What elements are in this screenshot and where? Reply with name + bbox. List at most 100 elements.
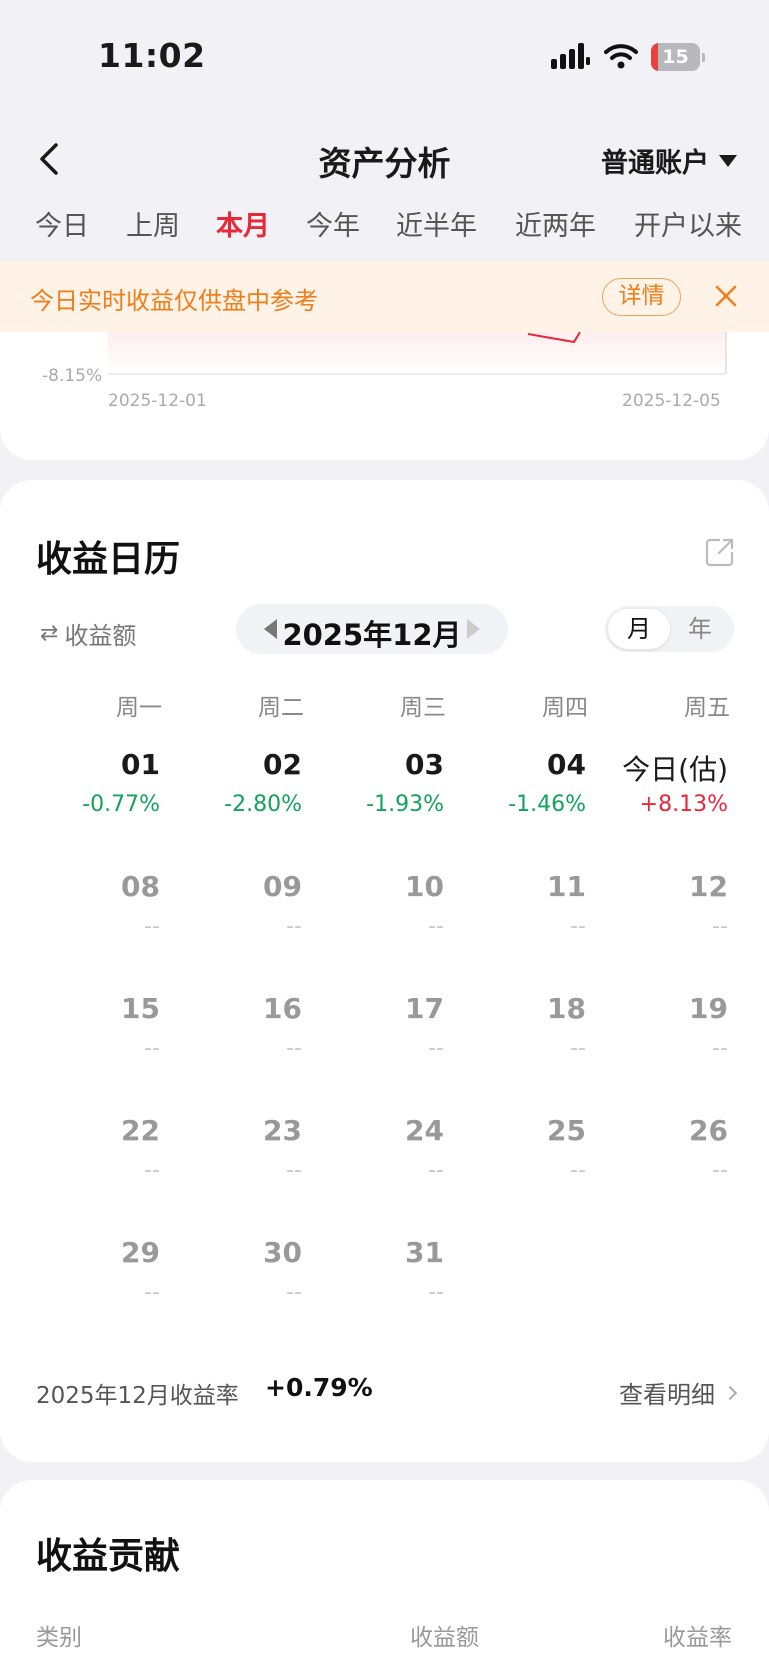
view-details-link[interactable]: 查看明细 — [619, 1375, 738, 1410]
tab-today[interactable]: 今日 — [35, 204, 89, 243]
calendar-day-return: -1.93% — [366, 792, 444, 817]
calendar-day-return: -0.77% — [82, 792, 160, 817]
chart-x-end-label: 2025-12-05 — [622, 391, 721, 411]
return-contribution-card: 收益贡献 类别 收益额 收益率 — [0, 1480, 769, 1665]
tab-since-opening[interactable]: 开户以来 — [634, 204, 742, 243]
calendar-day-return: -- — [144, 1280, 160, 1305]
calendar-day-number: 12 — [689, 870, 728, 903]
status-bar: 11:02 15 — [0, 0, 769, 115]
calendar-day-cell[interactable]: 12 -- — [586, 870, 728, 970]
calendar-day-return: -- — [286, 1280, 302, 1305]
tab-half-year[interactable]: 近半年 — [396, 204, 477, 243]
return-calendar-card: 收益日历 ⇄ 收益额 2025年12月 月 年 周一 周二 周三 周四 周五 0… — [0, 480, 769, 1462]
calendar-day-cell[interactable]: 18 -- — [444, 992, 586, 1092]
weekday-thu: 周四 — [542, 695, 588, 721]
calendar-day-cell[interactable]: 10 -- — [302, 870, 444, 970]
calendar-day-cell[interactable]: 29 -- — [18, 1236, 160, 1336]
calendar-day-number: 26 — [689, 1114, 728, 1147]
calendar-day-return: -- — [144, 1036, 160, 1061]
calendar-day-number: 22 — [121, 1114, 160, 1147]
month-return-value: +0.79% — [265, 1373, 373, 1402]
month-return-label: 2025年12月收益率 — [36, 1383, 239, 1409]
calendar-day-return: -- — [712, 1158, 728, 1183]
calendar-day-cell[interactable]: 24 -- — [302, 1114, 444, 1214]
calendar-day-cell[interactable]: 17 -- — [302, 992, 444, 1092]
calendar-day-cell[interactable]: 26 -- — [586, 1114, 728, 1214]
calendar-day-number: 11 — [547, 870, 586, 903]
calendar-day-cell[interactable]: 01 -0.77% — [18, 748, 160, 848]
calendar-day-cell[interactable]: 03 -1.93% — [302, 748, 444, 848]
calendar-day-number: 23 — [263, 1114, 302, 1147]
view-month-option[interactable]: 月 — [608, 609, 670, 649]
next-month-icon[interactable] — [467, 619, 480, 639]
calendar-day-return: -- — [428, 1036, 444, 1061]
calendar-day-cell[interactable]: 31 -- — [302, 1236, 444, 1336]
caret-down-icon — [719, 154, 737, 167]
calendar-day-number: 16 — [263, 992, 302, 1025]
tab-this-month[interactable]: 本月 — [216, 204, 270, 243]
chart-x-start-label: 2025-12-01 — [108, 391, 207, 411]
calendar-day-cell[interactable]: 08 -- — [18, 870, 160, 970]
tab-last-week[interactable]: 上周 — [126, 204, 180, 243]
calendar-day-cell[interactable]: 16 -- — [160, 992, 302, 1092]
weekday-wed: 周三 — [400, 695, 446, 721]
calendar-day-cell[interactable]: 30 -- — [160, 1236, 302, 1336]
calendar-day-number: 19 — [689, 992, 728, 1025]
calendar-day-cell[interactable]: 09 -- — [160, 870, 302, 970]
metric-toggle[interactable]: ⇄ 收益额 — [40, 616, 136, 651]
notice-text: 今日实时收益仅供盘中参考 — [30, 287, 318, 315]
calendar-day-cell[interactable]: 11 -- — [444, 870, 586, 970]
calendar-day-cell[interactable]: 今日(估) +8.13% — [586, 748, 728, 848]
calendar-day-return: -- — [570, 1158, 586, 1183]
close-icon[interactable] — [712, 282, 740, 310]
calendar-title: 收益日历 — [36, 539, 181, 580]
swap-icon: ⇄ — [40, 621, 59, 646]
weekday-fri: 周五 — [684, 695, 730, 721]
calendar-day-number: 18 — [547, 992, 586, 1025]
column-return-rate: 收益率 — [663, 1625, 732, 1651]
tab-two-years[interactable]: 近两年 — [515, 204, 596, 243]
calendar-day-return: -- — [570, 1036, 586, 1061]
tab-this-year[interactable]: 今年 — [306, 204, 360, 243]
wifi-icon — [604, 44, 638, 69]
calendar-day-cell[interactable]: 25 -- — [444, 1114, 586, 1214]
calendar-day-return: -1.46% — [508, 792, 586, 817]
calendar-day-return: -- — [144, 1158, 160, 1183]
column-return-amount: 收益额 — [410, 1625, 479, 1651]
battery-icon: 15 — [651, 43, 705, 71]
column-category: 类别 — [36, 1625, 82, 1651]
calendar-day-cell[interactable]: 04 -1.46% — [444, 748, 586, 848]
calendar-day-number: 10 — [405, 870, 444, 903]
calendar-day-cell[interactable]: 02 -2.80% — [160, 748, 302, 848]
status-time: 11:02 — [98, 36, 206, 75]
calendar-day-number: 04 — [547, 748, 586, 781]
account-label: 普通账户 — [601, 148, 709, 179]
cellular-signal-icon — [551, 43, 590, 69]
calendar-day-number: 31 — [405, 1236, 444, 1269]
share-icon[interactable] — [704, 536, 736, 568]
calendar-day-return: -- — [286, 1158, 302, 1183]
chart-area-fill — [108, 332, 726, 374]
view-year-option[interactable]: 年 — [669, 609, 731, 649]
calendar-day-return: -- — [712, 1036, 728, 1061]
chart-y-min-label: -8.15% — [42, 366, 102, 386]
calendar-day-cell[interactable]: 15 -- — [18, 992, 160, 1092]
nav-header: 资产分析 普通账户 — [0, 125, 769, 195]
calendar-day-cell[interactable]: 23 -- — [160, 1114, 302, 1214]
calendar-day-number: 25 — [547, 1114, 586, 1147]
calendar-day-cell[interactable]: 19 -- — [586, 992, 728, 1092]
notice-detail-button[interactable]: 详情 — [602, 278, 681, 316]
calendar-day-number: 09 — [263, 870, 302, 903]
view-details-label: 查看明细 — [619, 1381, 715, 1409]
calendar-day-return: -- — [286, 1036, 302, 1061]
weekday-mon: 周一 — [116, 695, 162, 721]
view-switch: 月 年 — [605, 606, 734, 652]
calendar-day-return: -2.80% — [224, 792, 302, 817]
calendar-day-number: 03 — [405, 748, 444, 781]
calendar-day-return: +8.13% — [639, 792, 728, 817]
account-selector[interactable]: 普通账户 — [601, 141, 737, 180]
calendar-day-return: -- — [428, 1158, 444, 1183]
calendar-day-return: -- — [428, 914, 444, 939]
calendar-day-cell[interactable]: 22 -- — [18, 1114, 160, 1214]
calendar-day-return: -- — [570, 914, 586, 939]
